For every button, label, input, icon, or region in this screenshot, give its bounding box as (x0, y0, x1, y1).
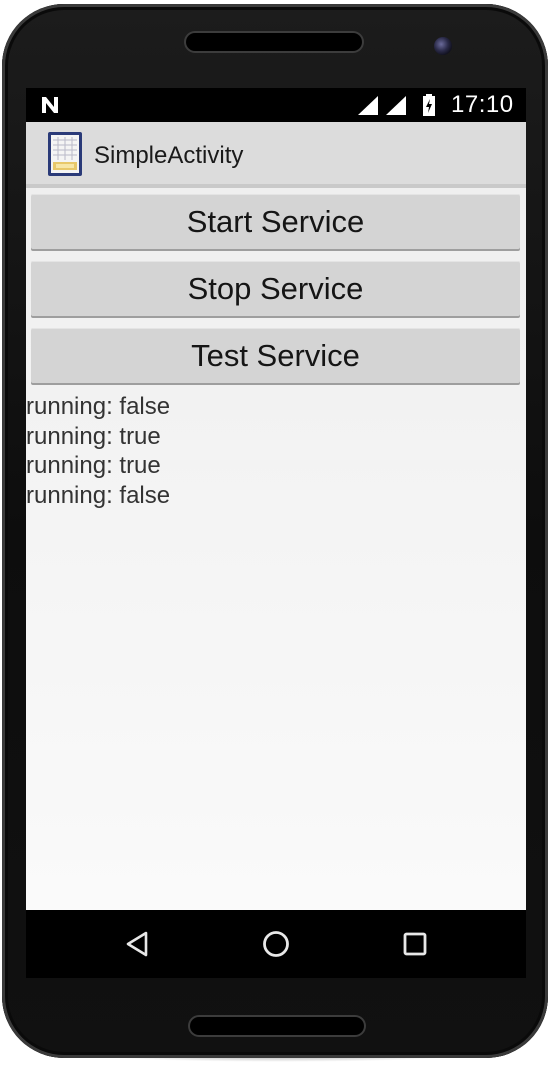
front-camera (434, 37, 452, 55)
status-bar: 17:10 (26, 88, 526, 122)
navigation-bar (26, 910, 526, 978)
log-line: running: false (26, 393, 171, 420)
log-line: running: true (26, 422, 161, 450)
signal-icon (358, 96, 378, 115)
battery-charging-icon (423, 94, 435, 116)
n-notification-icon (42, 97, 58, 113)
log-output: running: false running: true running: tr… (26, 392, 526, 510)
top-speaker (186, 33, 362, 51)
stop-service-button[interactable]: Stop Service (31, 261, 520, 316)
content-area: Start Service Stop Service Test Service … (26, 188, 526, 910)
app-title: SimpleActivity (94, 142, 244, 169)
log-line: running: true (26, 452, 161, 479)
screen: 17:10 SimpleActivity Start Service Stop … (26, 88, 526, 910)
back-icon[interactable] (124, 931, 150, 957)
log-line: running: false (26, 481, 171, 509)
status-time: 17:10 (451, 91, 514, 118)
test-service-button[interactable]: Test Service (31, 328, 520, 383)
start-service-button[interactable]: Start Service (31, 194, 520, 249)
home-icon[interactable] (262, 930, 290, 958)
app-bar: SimpleActivity (26, 122, 526, 184)
app-icon (48, 132, 82, 176)
signal-icon (386, 96, 406, 115)
bottom-speaker (190, 1017, 364, 1035)
recents-icon[interactable] (403, 932, 427, 956)
